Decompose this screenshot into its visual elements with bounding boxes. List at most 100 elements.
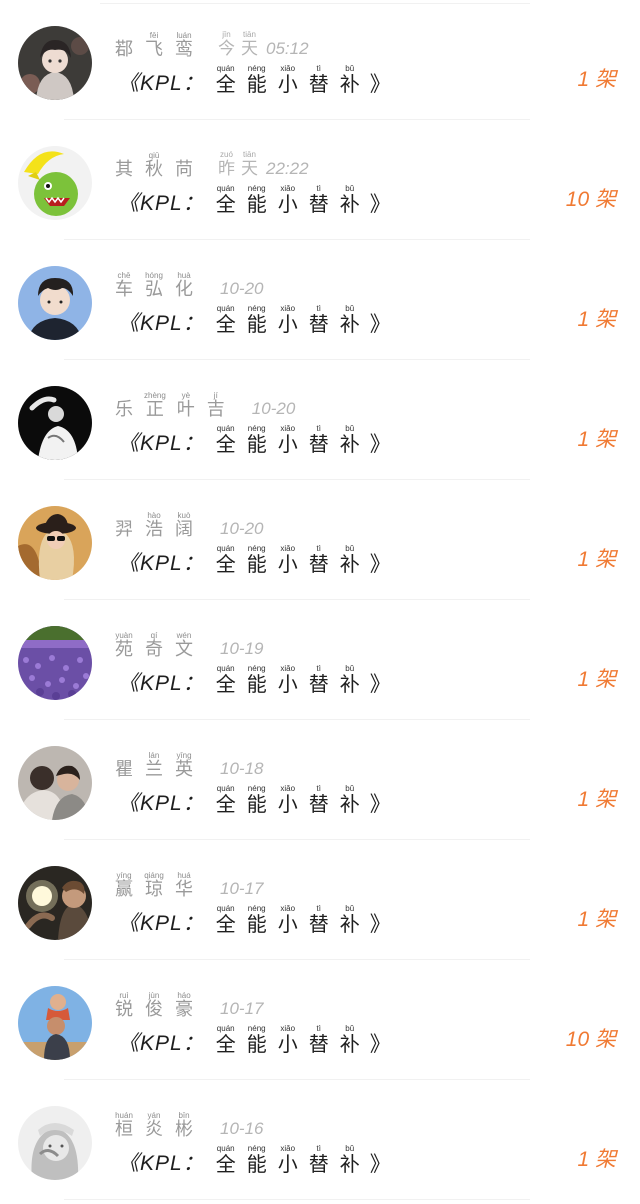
title-char: bǔ 补 [339, 424, 361, 456]
gift-title: 《KPL： quán 全 néng 能 xiǎo 小 tì 替 bǔ 补》 [118, 1144, 391, 1176]
gift-title: 《KPL： quán 全 néng 能 xiǎo 小 tì 替 bǔ 补》 [118, 544, 391, 576]
hanzi: 补 [339, 1032, 360, 1056]
name-char: háo 豪 [174, 991, 194, 1020]
list-item[interactable]: 鄀 fēi 飞 luán 鸾 jīn 今 tiān 天 05:12 《KPL： quán 全 néng 能 x… [0, 0, 640, 120]
hanzi: 小 [277, 312, 298, 336]
gift-title: 《KPL： quán 全 néng 能 xiǎo 小 tì 替 bǔ 补》 [118, 424, 391, 456]
title-char: néng 能 [246, 1024, 268, 1056]
hanzi: 全 [215, 552, 236, 576]
list-item[interactable]: 瞿 lán 兰 yīng 英 10-18 《KPL： quán 全 néng 能 xiǎo 小 tì 替 bǔ… [0, 720, 640, 840]
list-item[interactable]: ruì 锐 jùn 俊 háo 豪 10-17 《KPL： quán 全 néng 能 xiǎo 小 tì 替… [0, 960, 640, 1080]
hanzi: 奇 [145, 639, 163, 660]
time-value: 10-19 [220, 639, 264, 658]
avatar[interactable] [18, 146, 92, 220]
sender-meta: 瞿 lán 兰 yīng 英 10-18 [114, 750, 263, 780]
hanzi: 小 [277, 72, 298, 96]
list-item[interactable]: yíng 赢 qiáng 琼 huá 华 10-17 《KPL： quán 全 néng 能 xiǎo 小… [0, 840, 640, 960]
title-char: néng 能 [246, 64, 268, 96]
title-char: bǔ 补 [339, 1024, 361, 1056]
name-char: bīn 彬 [174, 1111, 194, 1140]
avatar[interactable] [18, 266, 92, 340]
name-char: jí 吉 [206, 391, 226, 420]
hanzi: 正 [145, 399, 164, 420]
title-char: quán 全 [215, 1024, 237, 1056]
title-char: quán 全 [215, 1144, 237, 1176]
title-char: tì 替 [308, 664, 330, 696]
title-char: xiǎo 小 [277, 664, 299, 696]
hanzi: 小 [277, 192, 298, 216]
avatar[interactable] [18, 626, 92, 700]
time-word-char: tiān 天 [241, 150, 258, 179]
hanzi: 小 [277, 1152, 298, 1176]
avatar[interactable] [18, 386, 92, 460]
hanzi: 乐 [115, 399, 133, 420]
hanzi: 小 [277, 552, 298, 576]
sender-name[interactable]: ruì 锐 jùn 俊 háo 豪 [114, 991, 204, 1020]
time-word-char: jīn 今 [218, 30, 235, 59]
time-value: 05:12 [266, 39, 309, 58]
title-char: bǔ 补 [339, 304, 361, 336]
avatar[interactable] [18, 506, 92, 580]
name-char: ruì 锐 [114, 991, 134, 1020]
list-item[interactable]: 羿 hào 浩 kuò 阔 10-20 《KPL： quán 全 néng 能 xiǎo 小 tì 替 bǔ 补… [0, 480, 640, 600]
title-suffix: 》 [369, 672, 391, 696]
timestamp: 10-20 [218, 519, 263, 540]
title-char: néng 能 [246, 544, 268, 576]
hanzi: 全 [215, 432, 236, 456]
avatar[interactable] [18, 1106, 92, 1180]
gift-count: 1 架 [577, 428, 616, 451]
hanzi: 炎 [145, 1119, 163, 1140]
hanzi: 全 [215, 672, 236, 696]
list-item[interactable]: yuàn 苑 qí 奇 wén 文 10-19 《KPL： quán 全 néng 能 xiǎo 小 tì 替… [0, 600, 640, 720]
sender-name[interactable]: huán 桓 yán 炎 bīn 彬 [114, 1111, 204, 1140]
hanzi: 替 [308, 72, 329, 96]
title-suffix: 》 [369, 1032, 391, 1056]
gift-count: 1 架 [577, 788, 616, 811]
sender-name[interactable]: 瞿 lán 兰 yīng 英 [114, 751, 204, 780]
hanzi: 补 [339, 672, 360, 696]
hanzi: 俊 [145, 999, 163, 1020]
list-item[interactable]: 其 qiū 秋苘 zuó 昨 tiān 天 22:22 《KPL： quán 全 néng 能 xiǎo 小… [0, 120, 640, 240]
hanzi: 补 [339, 912, 360, 936]
title-suffix: 》 [369, 912, 391, 936]
hanzi: 车 [115, 279, 133, 300]
avatar[interactable] [18, 746, 92, 820]
time-value: 10-17 [220, 999, 264, 1018]
title-prefix: 《KPL： [118, 912, 205, 935]
gift-count: 1 架 [577, 668, 616, 691]
pinyin: tiān [243, 150, 256, 159]
list-item[interactable]: chē 车 hóng 弘 huà 化 10-20 《KPL： quán 全 néng 能 xiǎo 小 tì… [0, 240, 640, 360]
sender-name[interactable]: yuàn 苑 qí 奇 wén 文 [114, 631, 204, 660]
sender-name[interactable]: yíng 赢 qiáng 琼 huá 华 [114, 871, 204, 900]
sender-name[interactable]: 鄀 fēi 飞 luán 鸾 [114, 31, 204, 60]
hanzi: 替 [308, 432, 329, 456]
hanzi: 小 [277, 1032, 298, 1056]
avatar[interactable] [18, 866, 92, 940]
gift-count: 10 架 [565, 1028, 616, 1051]
title-char: quán 全 [215, 184, 237, 216]
hanzi: 英 [175, 759, 193, 780]
title-char: quán 全 [215, 784, 237, 816]
avatar[interactable] [18, 26, 92, 100]
name-char: qiū 秋 [144, 151, 164, 180]
hanzi: 小 [277, 432, 298, 456]
sender-meta: ruì 锐 jùn 俊 háo 豪 10-17 [114, 990, 263, 1020]
list-item[interactable]: 乐 zhèng 正 yè 叶 jí 吉 10-20 《KPL： quán 全 néng 能 xiǎo 小 tì… [0, 360, 640, 480]
timestamp: zuó 昨 tiān 天 22:22 [218, 150, 309, 180]
hanzi: 补 [339, 72, 360, 96]
hanzi: 替 [308, 1032, 329, 1056]
sender-name[interactable]: 乐 zhèng 正 yè 叶 jí 吉 [114, 391, 236, 420]
sender-name[interactable]: chē 车 hóng 弘 huà 化 [114, 271, 204, 300]
hanzi: 能 [246, 792, 267, 816]
title-char: tì 替 [308, 904, 330, 936]
sender-name[interactable]: 羿 hào 浩 kuò 阔 [114, 511, 204, 540]
hanzi: 彬 [175, 1119, 193, 1140]
sender-name[interactable]: 其 qiū 秋苘 [114, 151, 204, 180]
title-char: tì 替 [308, 424, 330, 456]
title-char: xiǎo 小 [277, 304, 299, 336]
list-item[interactable]: huán 桓 yán 炎 bīn 彬 10-16 《KPL： quán 全 néng 能 xiǎo 小 tì… [0, 1080, 640, 1200]
sender-meta: 鄀 fēi 飞 luán 鸾 jīn 今 tiān 天 05:12 [114, 30, 309, 60]
hanzi: 替 [308, 792, 329, 816]
hanzi: 华 [175, 879, 193, 900]
avatar[interactable] [18, 986, 92, 1060]
